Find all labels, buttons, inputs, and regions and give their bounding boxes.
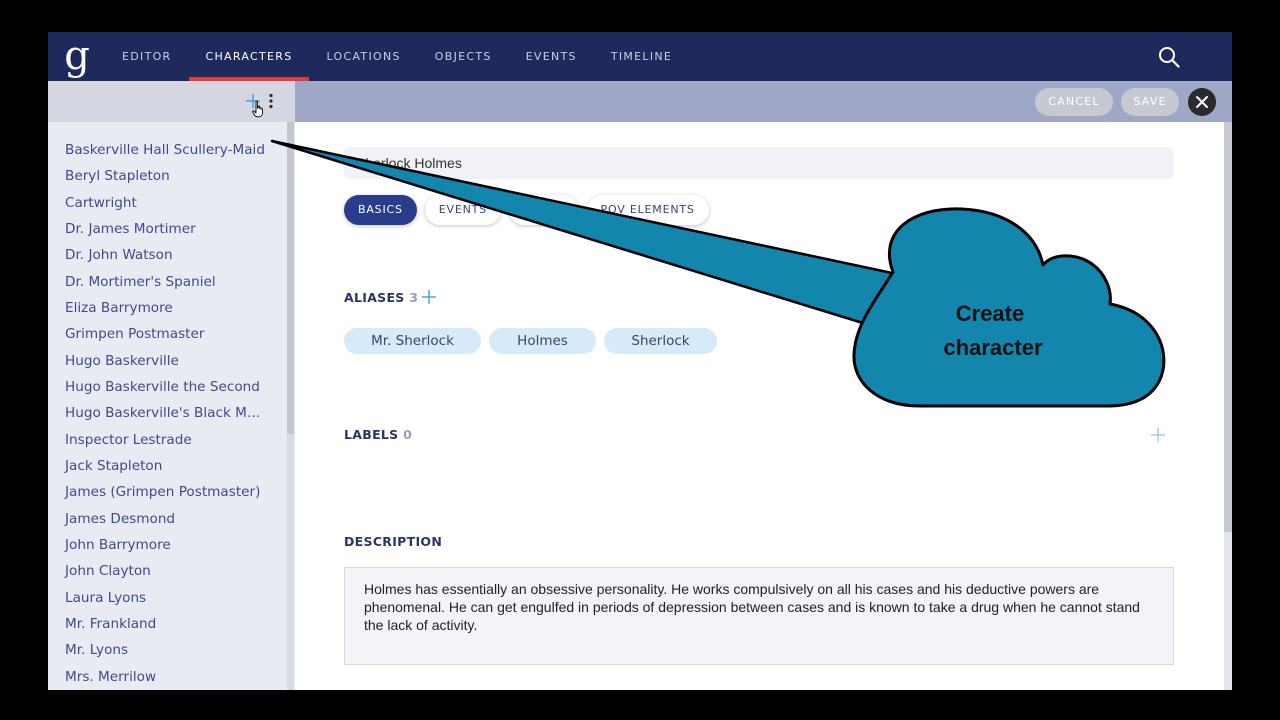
list-item[interactable]: Dr. James Mortimer xyxy=(48,216,268,242)
add-label-icon[interactable] xyxy=(1150,427,1166,443)
labels-heading: LABELS 0 xyxy=(344,427,412,442)
list-item[interactable]: Hugo Baskerville the Second xyxy=(48,374,268,400)
more-options-icon[interactable] xyxy=(265,92,277,110)
list-item[interactable]: Hugo Baskerville's Black Mare xyxy=(48,400,268,426)
sidebar-scroll-thumb[interactable] xyxy=(287,122,294,434)
alias-chips: Mr. Sherlock Holmes Sherlock xyxy=(344,328,717,354)
aliases-heading: ALIASES 3 xyxy=(344,290,418,305)
add-alias-icon[interactable] xyxy=(421,289,437,305)
list-item[interactable]: James (Grimpen Postmaster) xyxy=(48,479,268,505)
save-button[interactable]: SAVE xyxy=(1121,88,1179,116)
nav-locations[interactable]: LOCATIONS xyxy=(309,32,417,81)
editor-scrollbar[interactable] xyxy=(1224,122,1232,690)
description-heading: DESCRIPTION xyxy=(344,534,443,549)
list-item[interactable]: Inspector Lestrade xyxy=(48,427,268,453)
nav-timeline[interactable]: TIMELINE xyxy=(594,32,689,81)
list-item[interactable]: John Clayton xyxy=(48,558,268,584)
character-list: Baskerville Hall Scullery-Maid Beryl Sta… xyxy=(48,137,286,690)
labels-label: LABELS xyxy=(344,427,399,442)
list-item[interactable]: Mrs. Merrilow xyxy=(48,664,268,690)
list-item[interactable]: James Desmond xyxy=(48,506,268,532)
list-item[interactable]: Mr. Frankland xyxy=(48,611,268,637)
labels-count: 0 xyxy=(403,427,413,442)
list-item[interactable]: Dr. Mortimer's Spaniel xyxy=(48,269,268,295)
tab-pov-elements[interactable]: POV ELEMENTS xyxy=(586,195,709,225)
nav-objects[interactable]: OBJECTS xyxy=(418,32,509,81)
aliases-label: ALIASES xyxy=(344,290,405,305)
list-item[interactable]: Grimpen Postmaster xyxy=(48,321,268,347)
sidebar-header xyxy=(48,81,295,122)
list-item[interactable]: Beryl Stapleton xyxy=(48,163,268,189)
list-item[interactable]: Eliza Barrymore xyxy=(48,295,268,321)
nav-editor[interactable]: EDITOR xyxy=(105,32,189,81)
list-item[interactable]: Hugo Baskerville xyxy=(48,348,268,374)
list-item[interactable]: Laura Lyons xyxy=(48,585,268,611)
list-item[interactable]: Dr. John Watson xyxy=(48,242,268,268)
search-icon[interactable] xyxy=(1158,46,1180,68)
character-editor: CANCEL SAVE BASICS EVENTS GOALS POV ELEM… xyxy=(295,81,1232,690)
character-name-input[interactable] xyxy=(344,147,1174,179)
nav-characters[interactable]: CHARACTERS xyxy=(188,32,310,81)
list-item[interactable]: Mr. Lyons xyxy=(48,637,268,663)
tab-events[interactable]: EVENTS xyxy=(424,195,501,225)
nav-menu: EDITOR CHARACTERS LOCATIONS OBJECTS EVEN… xyxy=(105,32,689,81)
editor-scroll-thumb[interactable] xyxy=(1224,122,1232,532)
alias-chip[interactable]: Holmes xyxy=(489,328,596,354)
list-item[interactable]: John Barrymore xyxy=(48,532,268,558)
add-character-icon[interactable] xyxy=(244,92,262,110)
alias-chip[interactable]: Sherlock xyxy=(604,328,717,354)
cancel-button[interactable]: CANCEL xyxy=(1035,88,1113,116)
tab-basics[interactable]: BASICS xyxy=(344,195,417,225)
app-window: g EDITOR CHARACTERS LOCATIONS OBJECTS EV… xyxy=(48,32,1232,690)
character-sidebar: Baskerville Hall Scullery-Maid Beryl Sta… xyxy=(48,81,295,690)
top-navigation: g EDITOR CHARACTERS LOCATIONS OBJECTS EV… xyxy=(48,32,1232,81)
list-item[interactable]: Baskerville Hall Scullery-Maid xyxy=(48,137,268,163)
close-icon[interactable] xyxy=(1188,88,1216,116)
app-logo[interactable]: g xyxy=(63,36,91,78)
sidebar-scrollbar[interactable] xyxy=(287,122,294,690)
description-textarea[interactable]: Holmes has essentially an obsessive pers… xyxy=(344,567,1174,665)
tab-goals[interactable]: GOALS xyxy=(508,195,579,225)
nav-events[interactable]: EVENTS xyxy=(509,32,594,81)
aliases-count: 3 xyxy=(409,290,419,305)
list-item[interactable]: Cartwright xyxy=(48,190,268,216)
character-tabs: BASICS EVENTS GOALS POV ELEMENTS xyxy=(344,195,709,225)
alias-chip[interactable]: Mr. Sherlock xyxy=(344,328,481,354)
editor-toolbar: CANCEL SAVE xyxy=(295,81,1232,122)
list-item[interactable]: Jack Stapleton xyxy=(48,453,268,479)
